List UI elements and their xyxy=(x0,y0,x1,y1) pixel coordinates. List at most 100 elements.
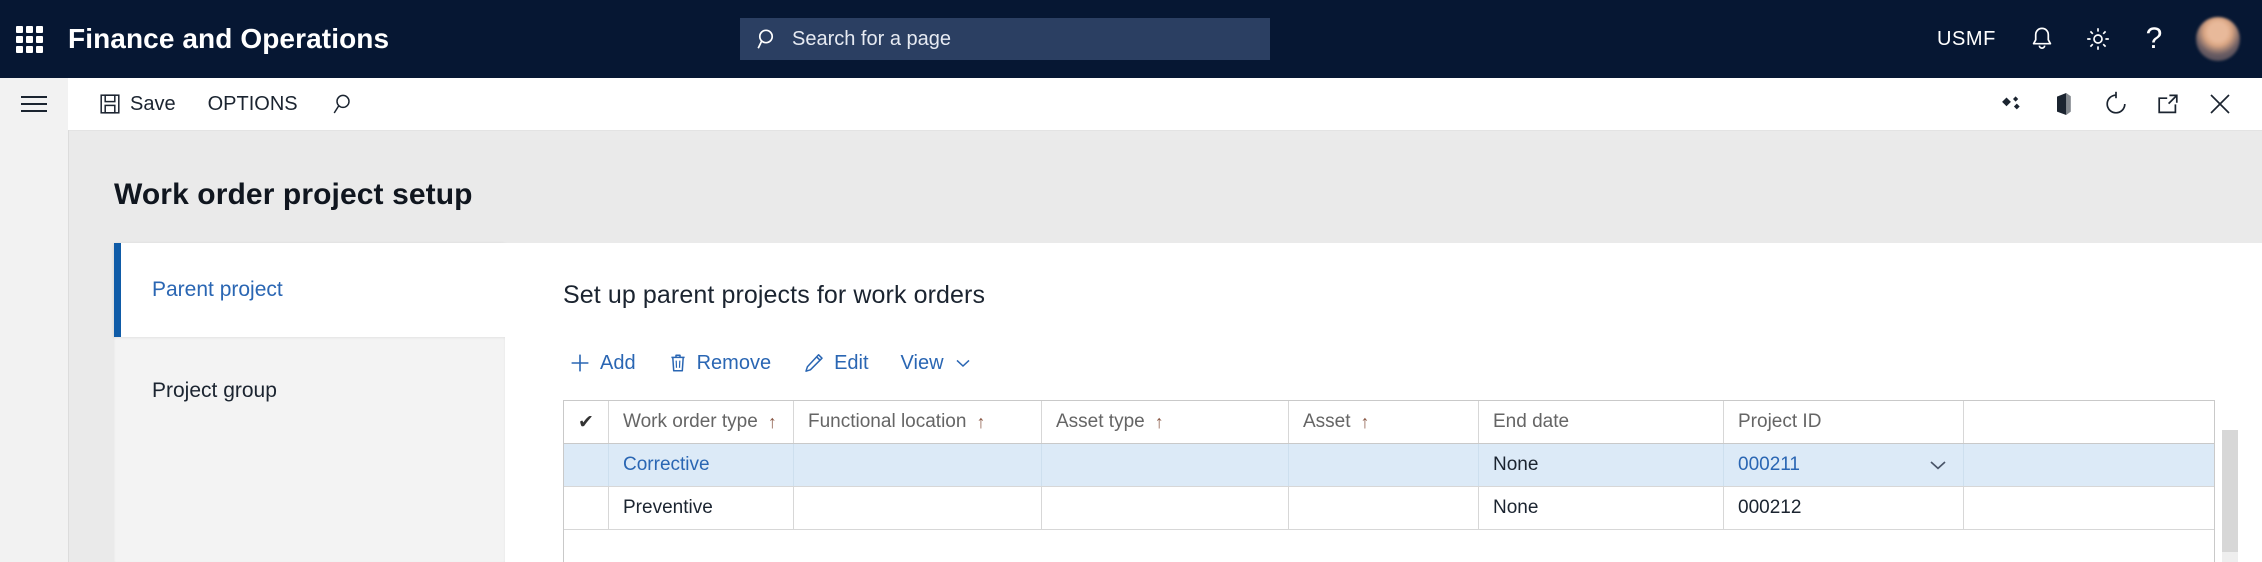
column-header-filler xyxy=(1964,401,2212,443)
company-selector[interactable]: USMF xyxy=(1919,28,2014,51)
column-header-asset-type[interactable]: Asset type ↑ xyxy=(1042,401,1289,443)
open-in-new-window-icon[interactable] xyxy=(2142,78,2194,130)
table-row[interactable]: Corrective None 000211 xyxy=(564,444,2214,487)
column-header-project-id[interactable]: Project ID xyxy=(1724,401,1964,443)
cell-asset[interactable] xyxy=(1289,487,1479,529)
app-title: Finance and Operations xyxy=(68,23,390,54)
grid-action-toolbar: Add Remove Edit View xyxy=(553,343,987,383)
column-header-label: Functional location xyxy=(808,411,967,432)
cell-work-order-type[interactable]: Preventive xyxy=(609,487,794,529)
cell-value: Corrective xyxy=(623,454,710,475)
cell-project-id[interactable]: 000212 xyxy=(1724,487,1964,529)
cell-functional-location[interactable] xyxy=(794,487,1042,529)
application-window: Finance and Operations Search for a page… xyxy=(0,0,2262,562)
command-bar: Save OPTIONS xyxy=(69,78,2262,131)
pencil-icon xyxy=(803,352,825,374)
cell-value: 000211 xyxy=(1738,454,1800,475)
column-header-label: Project ID xyxy=(1738,411,1822,432)
chevron-down-icon[interactable] xyxy=(1927,458,1949,472)
cell-asset[interactable] xyxy=(1289,444,1479,486)
sort-ascending-icon: ↑ xyxy=(767,411,777,432)
top-bar-right-actions: USMF ? xyxy=(1919,0,2262,78)
chevron-down-icon xyxy=(955,357,971,369)
save-label: Save xyxy=(130,92,176,115)
scrollbar-thumb[interactable] xyxy=(2222,430,2238,552)
user-avatar[interactable] xyxy=(2196,17,2240,61)
table-row[interactable]: Preventive None 000212 xyxy=(564,487,2214,530)
navigation-menu-button[interactable] xyxy=(0,78,68,130)
search-icon xyxy=(330,92,354,116)
save-button[interactable]: Save xyxy=(83,78,192,130)
data-grid: ✔ Work order type ↑ Functional location … xyxy=(563,400,2215,562)
cell-filler xyxy=(1964,487,2212,529)
tab-parent-project-label: Parent project xyxy=(152,278,283,301)
select-all-checkbox[interactable]: ✔ xyxy=(564,401,609,443)
page-body: Work order project setup Parent project … xyxy=(69,131,2262,562)
help-glyph: ? xyxy=(2145,22,2163,55)
trash-icon xyxy=(668,352,688,374)
row-select-checkbox[interactable] xyxy=(564,487,609,529)
sort-ascending-icon: ↑ xyxy=(976,411,986,432)
search-placeholder: Search for a page xyxy=(792,27,951,50)
edit-button[interactable]: Edit xyxy=(787,343,884,383)
page-title: Work order project setup xyxy=(114,178,473,211)
command-bar-right-actions xyxy=(1986,78,2262,130)
office-apps-icon[interactable] xyxy=(2038,78,2090,130)
column-header-end-date[interactable]: End date xyxy=(1479,401,1724,443)
save-floppy-icon xyxy=(99,93,121,115)
cell-value: Preventive xyxy=(623,497,713,518)
tab-panel: Parent project Project group xyxy=(114,243,505,562)
tab-project-group-label: Project group xyxy=(152,379,277,402)
page-search-button[interactable] xyxy=(314,78,370,130)
cell-value: None xyxy=(1493,454,1539,475)
cell-end-date[interactable]: None xyxy=(1479,444,1724,486)
remove-label: Remove xyxy=(696,351,772,374)
cell-end-date[interactable]: None xyxy=(1479,487,1724,529)
column-header-label: End date xyxy=(1493,411,1570,432)
options-menu-button[interactable]: OPTIONS xyxy=(192,78,314,130)
cell-value: None xyxy=(1493,497,1539,518)
refresh-icon[interactable] xyxy=(2090,78,2142,130)
navigation-menu-icon xyxy=(21,91,47,117)
add-button[interactable]: Add xyxy=(553,343,652,383)
edit-label: Edit xyxy=(834,351,869,374)
column-header-label: Asset type xyxy=(1056,411,1145,432)
cell-work-order-type[interactable]: Corrective xyxy=(609,444,794,486)
search-icon xyxy=(756,27,780,51)
view-menu-button[interactable]: View xyxy=(885,343,987,383)
cell-project-id[interactable]: 000211 xyxy=(1724,444,1964,486)
vertical-scrollbar[interactable] xyxy=(2222,430,2238,562)
tab-parent-project[interactable]: Parent project xyxy=(114,243,505,337)
cell-asset-type[interactable] xyxy=(1042,444,1289,486)
column-header-work-order-type[interactable]: Work order type ↑ xyxy=(609,401,794,443)
settings-gear-icon[interactable] xyxy=(2070,0,2126,78)
remove-button[interactable]: Remove xyxy=(652,343,787,383)
column-header-functional-location[interactable]: Functional location ↑ xyxy=(794,401,1042,443)
cell-filler xyxy=(1964,444,2212,486)
column-header-label: Work order type xyxy=(623,411,758,432)
column-header-label: Asset xyxy=(1303,411,1351,432)
add-label: Add xyxy=(600,351,636,374)
grid-header-row: ✔ Work order type ↑ Functional location … xyxy=(564,401,2214,444)
cell-value: 000212 xyxy=(1738,497,1802,518)
sort-ascending-icon: ↑ xyxy=(1154,411,1164,432)
column-header-asset[interactable]: Asset ↑ xyxy=(1289,401,1479,443)
left-navigation-rail xyxy=(0,130,69,562)
personalize-diamond-icon[interactable] xyxy=(1986,78,2038,130)
close-icon[interactable] xyxy=(2194,78,2246,130)
global-search-box[interactable]: Search for a page xyxy=(740,18,1270,60)
row-select-checkbox[interactable] xyxy=(564,444,609,486)
grid-empty-area xyxy=(564,530,2214,562)
content-heading: Set up parent projects for work orders xyxy=(563,281,986,309)
cell-asset-type[interactable] xyxy=(1042,487,1289,529)
plus-icon xyxy=(569,352,591,374)
help-question-icon[interactable]: ? xyxy=(2126,0,2182,78)
options-label: OPTIONS xyxy=(207,92,298,115)
tab-project-group[interactable]: Project group xyxy=(114,337,505,562)
app-launcher-icon[interactable] xyxy=(14,24,44,54)
content-card: Set up parent projects for work orders A… xyxy=(505,243,2262,562)
sort-ascending-icon: ↑ xyxy=(1360,411,1370,432)
notifications-bell-icon[interactable] xyxy=(2014,0,2070,78)
view-label: View xyxy=(900,351,944,374)
cell-functional-location[interactable] xyxy=(794,444,1042,486)
